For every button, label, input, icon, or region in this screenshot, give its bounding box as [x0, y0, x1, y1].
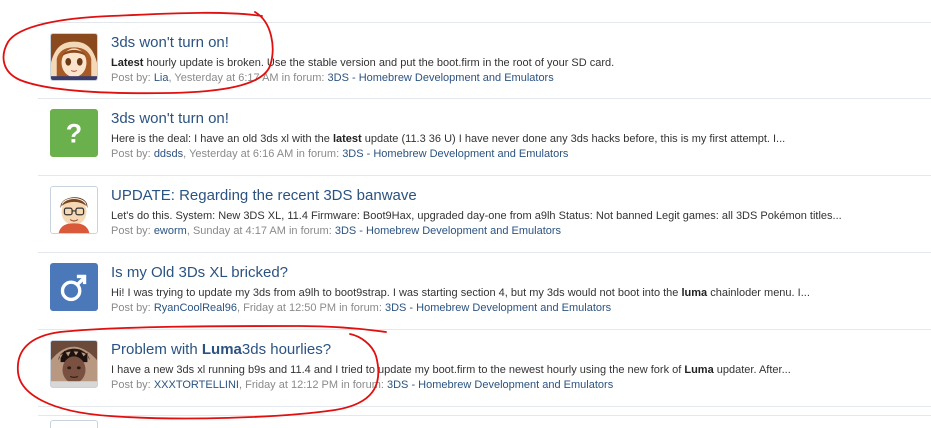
result-meta: Post by: ddsds, Yesterday at 6:16 AM in … — [111, 148, 569, 160]
result-snippet: Let's do this. System: New 3DS XL, 11.4 … — [111, 210, 842, 222]
forum-link[interactable]: 3DS - Homebrew Development and Emulators — [342, 148, 568, 160]
result-meta: Post by: XXXTORTELLINI, Friday at 12:12 … — [111, 379, 614, 391]
photo-avatar-icon — [51, 341, 97, 387]
user-avatar[interactable] — [50, 186, 98, 234]
post-by-label: Post by: — [111, 72, 151, 84]
author-link[interactable]: eworm — [154, 225, 187, 237]
in-forum-label: in forum: — [296, 148, 340, 160]
result-snippet: Hi! I was trying to update my 3ds from a… — [111, 287, 810, 299]
in-forum-label: in forum: — [288, 225, 332, 237]
post-by-label: Post by: — [111, 225, 151, 237]
in-forum-label: in forum: — [339, 302, 382, 314]
post-by-label: Post by: — [111, 148, 151, 160]
post-by-label: Post by: — [111, 379, 151, 391]
search-results-list: 3ds won't turn on! Latest hourly update … — [38, 22, 931, 407]
in-forum-label: in forum: — [281, 72, 325, 84]
author-link[interactable]: ddsds — [154, 148, 183, 160]
post-time[interactable]: Friday at 12:12 PM — [245, 379, 338, 391]
post-time[interactable]: Friday at 12:50 PM — [243, 302, 336, 314]
anime-avatar-icon — [51, 34, 97, 80]
user-avatar[interactable] — [50, 33, 98, 81]
result-title-link[interactable]: 3ds won't turn on! — [111, 109, 923, 129]
user-avatar[interactable]: ? — [50, 109, 98, 157]
question-mark-avatar-icon: ? — [51, 110, 97, 156]
result-title-link[interactable]: UPDATE: Regarding the recent 3DS banwave — [111, 186, 923, 206]
post-time[interactable]: Yesterday at 6:16 AM — [189, 148, 293, 160]
search-result-item-partial — [38, 415, 931, 428]
user-avatar[interactable] — [50, 340, 98, 388]
user-avatar[interactable] — [50, 263, 98, 311]
author-link[interactable]: XXXTORTELLINI — [154, 379, 239, 391]
svg-text:?: ? — [66, 119, 82, 149]
search-result-item: 3ds won't turn on! Latest hourly update … — [38, 22, 931, 99]
result-title-link[interactable]: 3ds won't turn on! — [111, 33, 923, 53]
search-result-item: UPDATE: Regarding the recent 3DS banwave… — [38, 176, 931, 253]
male-symbol-avatar-icon — [51, 264, 97, 310]
forum-link[interactable]: 3DS - Homebrew Development and Emulators — [387, 379, 613, 391]
result-meta: Post by: Lia, Yesterday at 6:17 AM in fo… — [111, 72, 554, 84]
search-result-item: Is my Old 3Ds XL bricked? Hi! I was tryi… — [38, 253, 931, 330]
result-title-link[interactable]: Problem with Luma3ds hourlies? — [111, 340, 923, 360]
cartoon-avatar-icon — [51, 187, 97, 233]
result-meta: Post by: eworm, Sunday at 4:17 AM in for… — [111, 225, 562, 237]
author-link[interactable]: RyanCoolReal96 — [154, 302, 237, 314]
forum-link[interactable]: 3DS - Homebrew Development and Emulators — [335, 225, 561, 237]
post-time[interactable]: Yesterday at 6:17 AM — [174, 72, 278, 84]
post-by-label: Post by: — [111, 302, 151, 314]
result-snippet: Here is the deal: I have an old 3ds xl w… — [111, 133, 786, 145]
result-title-link[interactable]: Is my Old 3Ds XL bricked? — [111, 263, 923, 283]
result-snippet: I have a new 3ds xl running b9s and 11.4… — [111, 364, 791, 376]
user-avatar[interactable] — [50, 420, 98, 428]
result-meta: Post by: RyanCoolReal96, Friday at 12:50… — [111, 302, 612, 314]
result-snippet: Latest hourly update is broken. Use the … — [111, 57, 615, 69]
in-forum-label: in forum: — [341, 379, 384, 391]
post-time[interactable]: Sunday at 4:17 AM — [193, 225, 286, 237]
author-link[interactable]: Lia — [154, 72, 169, 84]
search-result-item: Problem with Luma3ds hourlies? I have a … — [38, 330, 931, 407]
search-result-item: ? 3ds won't turn on! Here is the deal: I… — [38, 99, 931, 176]
forum-link[interactable]: 3DS - Homebrew Development and Emulators — [328, 72, 554, 84]
forum-link[interactable]: 3DS - Homebrew Development and Emulators — [385, 302, 611, 314]
